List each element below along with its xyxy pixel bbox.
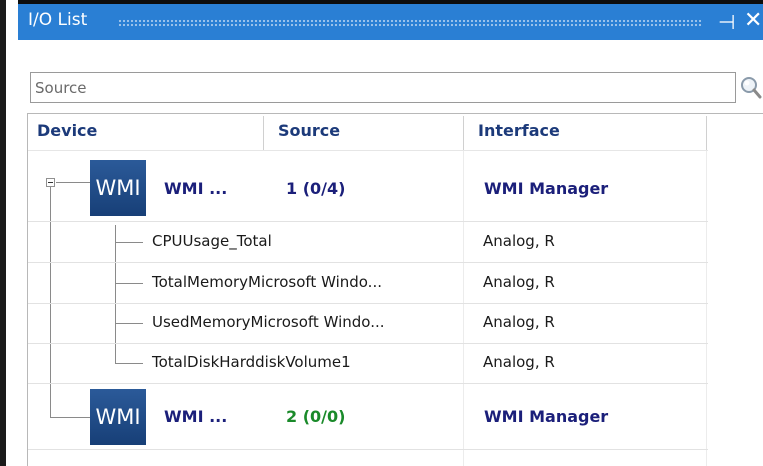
device-name[interactable]: WMI ... (164, 179, 227, 198)
channel-name[interactable]: CPUUsage_Total (152, 232, 272, 250)
channel-interface[interactable]: Analog, R (483, 232, 555, 250)
search-button[interactable] (740, 72, 762, 102)
header-divider (28, 150, 708, 151)
close-icon[interactable]: ✕ (744, 7, 762, 35)
row-divider (28, 343, 708, 344)
panel-titlebar[interactable]: I/O List ⊣ ✕ (18, 0, 763, 40)
collapse-icon[interactable] (46, 178, 55, 187)
tree-line (56, 182, 90, 183)
row-divider (28, 221, 708, 222)
grid-line (463, 151, 464, 466)
column-divider[interactable] (463, 116, 464, 150)
io-list-panel: I/O List ⊣ ✕ Device Source Interface WMI… (0, 0, 763, 466)
channel-interface[interactable]: Analog, R (483, 353, 555, 371)
tree-line (115, 283, 143, 284)
row-divider (28, 262, 708, 263)
tree-line (50, 417, 90, 418)
device-interface[interactable]: WMI Manager (484, 407, 608, 426)
titlebar-grip[interactable] (118, 19, 703, 27)
search-box (30, 72, 736, 103)
wmi-logo-icon: WMI (90, 389, 146, 445)
device-interface[interactable]: WMI Manager (484, 179, 608, 198)
channel-name[interactable]: UsedMemoryMicrosoft Windo... (152, 313, 385, 331)
row-divider (28, 449, 708, 450)
grid-line (706, 151, 707, 466)
column-divider[interactable] (263, 116, 264, 150)
search-input[interactable] (31, 73, 735, 102)
tree-line (115, 363, 143, 364)
wmi-logo-icon: WMI (90, 160, 146, 216)
window-gutter (6, 0, 18, 466)
row-divider (28, 303, 708, 304)
channel-interface[interactable]: Analog, R (483, 273, 555, 291)
device-name[interactable]: WMI ... (164, 407, 227, 426)
pin-icon[interactable]: ⊣ (718, 8, 735, 36)
channel-interface[interactable]: Analog, R (483, 313, 555, 331)
channel-name[interactable]: TotalMemoryMicrosoft Windo... (152, 273, 382, 291)
panel-title: I/O List (28, 10, 88, 30)
device-source[interactable]: 1 (0/4) (286, 179, 345, 198)
column-divider[interactable] (706, 116, 707, 150)
row-divider (28, 383, 708, 384)
tree-line (115, 242, 143, 243)
device-source[interactable]: 2 (0/0) (286, 407, 345, 426)
tree-line (115, 323, 143, 324)
column-header-interface[interactable]: Interface (478, 121, 560, 140)
column-header-source[interactable]: Source (278, 121, 340, 140)
channel-name[interactable]: TotalDiskHarddiskVolume1 (152, 353, 351, 371)
column-header-device[interactable]: Device (37, 121, 97, 140)
magnifier-icon (741, 77, 762, 99)
